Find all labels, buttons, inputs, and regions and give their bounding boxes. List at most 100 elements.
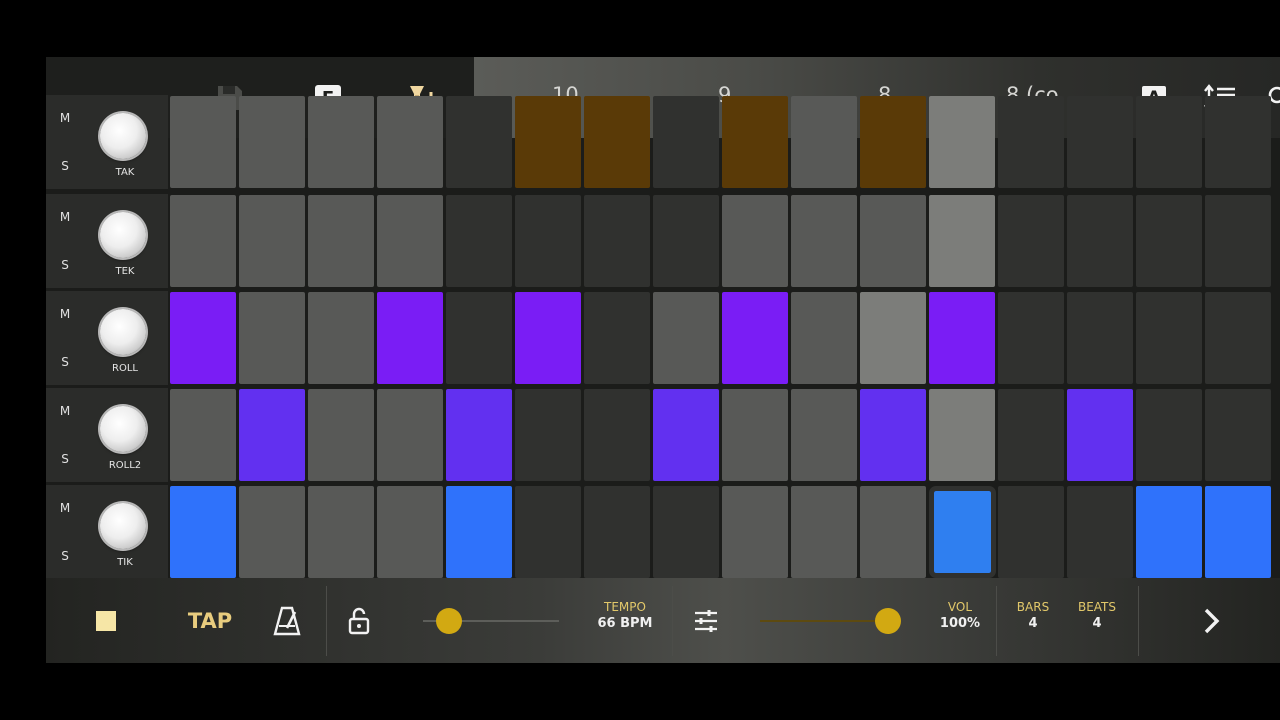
step-cell[interactable] (929, 486, 996, 578)
step-cell[interactable] (1205, 292, 1271, 384)
step-cell[interactable] (308, 486, 374, 578)
step-cell[interactable] (377, 389, 443, 481)
step-cell[interactable] (860, 195, 926, 287)
step-cell[interactable] (170, 292, 236, 384)
tap-tempo-button[interactable]: TAP (188, 606, 232, 636)
track-volume-knob[interactable] (100, 503, 146, 549)
step-cell[interactable] (584, 389, 650, 481)
step-cell[interactable] (239, 486, 305, 578)
beats-control[interactable]: BEATS 4 (1070, 600, 1124, 631)
step-cell[interactable] (998, 96, 1064, 188)
step-cell[interactable] (239, 389, 305, 481)
solo-button[interactable]: S (54, 258, 76, 272)
step-cell[interactable] (584, 292, 650, 384)
mute-button[interactable]: M (54, 501, 76, 515)
step-cell[interactable] (446, 486, 512, 578)
step-cell[interactable] (1067, 389, 1133, 481)
step-cell[interactable] (998, 292, 1064, 384)
step-cell[interactable] (791, 96, 857, 188)
metronome-icon[interactable] (272, 606, 302, 636)
step-cell[interactable] (1067, 96, 1133, 188)
step-cell[interactable] (1205, 96, 1271, 188)
step-cell[interactable] (722, 292, 788, 384)
track-volume-knob[interactable] (100, 212, 146, 258)
step-cell[interactable] (446, 195, 512, 287)
step-cell[interactable] (377, 96, 443, 188)
step-cell[interactable] (377, 486, 443, 578)
step-cell[interactable] (722, 486, 788, 578)
solo-button[interactable]: S (54, 159, 76, 173)
mute-button[interactable]: M (54, 404, 76, 418)
step-cell[interactable] (791, 292, 857, 384)
step-cell[interactable] (377, 195, 443, 287)
step-cell[interactable] (653, 486, 719, 578)
step-cell[interactable] (1067, 486, 1133, 578)
chevron-right-icon[interactable] (1198, 606, 1226, 636)
solo-button[interactable]: S (54, 549, 76, 563)
step-cell[interactable] (929, 292, 995, 384)
bars-control[interactable]: BARS 4 (1008, 600, 1058, 631)
step-cell[interactable] (860, 96, 926, 188)
step-cell[interactable] (1067, 292, 1133, 384)
step-cell[interactable] (1205, 389, 1271, 481)
step-cell[interactable] (170, 486, 236, 578)
step-cell[interactable] (860, 486, 926, 578)
step-cell[interactable] (791, 195, 857, 287)
step-cell[interactable] (239, 195, 305, 287)
volume-slider-thumb[interactable] (874, 608, 901, 634)
step-cell[interactable] (446, 389, 512, 481)
step-cell[interactable] (722, 195, 788, 287)
step-cell[interactable] (1205, 486, 1271, 578)
tempo-slider-thumb[interactable] (436, 608, 463, 634)
step-cell[interactable] (308, 195, 374, 287)
step-cell[interactable] (929, 389, 995, 481)
step-cell[interactable] (998, 195, 1064, 287)
step-cell[interactable] (1205, 195, 1271, 287)
step-cell[interactable] (584, 486, 650, 578)
unlock-icon[interactable] (346, 607, 372, 635)
step-cell[interactable] (791, 389, 857, 481)
step-cell[interactable] (1067, 195, 1133, 287)
volume-slider[interactable] (760, 608, 901, 634)
step-cell[interactable] (653, 389, 719, 481)
step-cell[interactable] (929, 96, 995, 188)
step-cell[interactable] (170, 96, 236, 188)
step-cell[interactable] (515, 486, 581, 578)
step-cell[interactable] (515, 389, 581, 481)
track-volume-knob[interactable] (100, 406, 146, 452)
step-cell[interactable] (998, 486, 1064, 578)
step-cell[interactable] (653, 195, 719, 287)
mute-button[interactable]: M (54, 307, 76, 321)
step-cell[interactable] (722, 389, 788, 481)
step-cell[interactable] (239, 96, 305, 188)
step-cell[interactable] (653, 96, 719, 188)
step-cell[interactable] (239, 292, 305, 384)
tempo-slider[interactable] (423, 608, 559, 634)
solo-button[interactable]: S (54, 355, 76, 369)
step-cell[interactable] (446, 292, 512, 384)
step-cell[interactable] (308, 389, 374, 481)
step-cell[interactable] (584, 195, 650, 287)
step-cell[interactable] (170, 195, 236, 287)
step-cell[interactable] (377, 292, 443, 384)
step-cell[interactable] (515, 292, 581, 384)
stop-icon[interactable] (96, 611, 116, 631)
track-volume-knob[interactable] (100, 113, 146, 159)
track-volume-knob[interactable] (100, 309, 146, 355)
step-cell[interactable] (860, 389, 926, 481)
step-cell[interactable] (308, 292, 374, 384)
step-cell[interactable] (653, 292, 719, 384)
step-cell[interactable] (1136, 389, 1202, 481)
step-cell[interactable] (170, 389, 236, 481)
step-cell[interactable] (308, 96, 374, 188)
step-cell[interactable] (515, 96, 581, 188)
step-cell[interactable] (929, 195, 995, 287)
step-cell[interactable] (1136, 292, 1202, 384)
step-cell[interactable] (791, 486, 857, 578)
step-cell[interactable] (1136, 96, 1202, 188)
solo-button[interactable]: S (54, 452, 76, 466)
step-cell[interactable] (998, 389, 1064, 481)
step-cell[interactable] (722, 96, 788, 188)
step-cell[interactable] (1136, 195, 1202, 287)
mute-button[interactable]: M (54, 111, 76, 125)
